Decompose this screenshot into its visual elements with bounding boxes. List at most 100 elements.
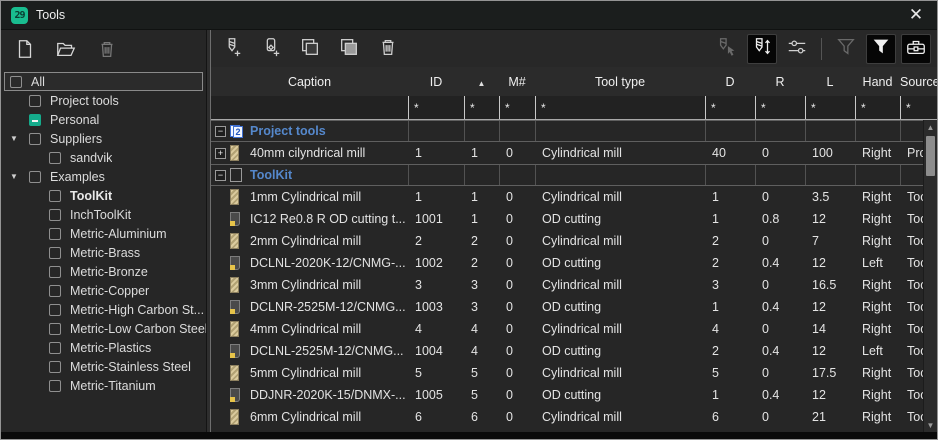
tree-checkbox[interactable] — [49, 304, 61, 316]
tree-item-inchtoolkit[interactable]: InchToolKit — [1, 205, 206, 224]
filter-cell-source[interactable]: * — [900, 96, 937, 119]
filter-cell-type[interactable]: * — [535, 96, 705, 119]
tree-item-metric-high-carbon-st[interactable]: Metric-High Carbon St... — [1, 300, 206, 319]
column-header-n[interactable]: ▲ — [464, 75, 499, 89]
column-header-d[interactable]: D — [705, 75, 755, 89]
copy-tool-button[interactable] — [295, 34, 325, 64]
tree-checkbox[interactable] — [49, 152, 61, 164]
column-header-r[interactable]: R — [755, 75, 805, 89]
tree-item-metric-low-carbon-steel[interactable]: Metric-Low Carbon Steel — [1, 319, 206, 338]
tree-checkbox[interactable] — [49, 323, 61, 335]
filter-cell-id[interactable]: * — [408, 96, 464, 119]
tree-checkbox[interactable] — [49, 285, 61, 297]
scroll-up-icon[interactable]: ▲ — [924, 120, 937, 134]
column-header-hand[interactable]: Hand — [855, 75, 900, 89]
group-row[interactable]: −2Project tools — [211, 120, 923, 142]
tree-item-examples[interactable]: ▼Examples — [1, 167, 206, 186]
tool-row[interactable]: DCLNR-2525M-12/CNMG...100330OD cutting10… — [211, 296, 923, 318]
tree-checkbox[interactable] — [49, 342, 61, 354]
tree-checkbox[interactable] — [29, 171, 41, 183]
delete-library-button[interactable] — [94, 37, 120, 63]
paste-tool-button[interactable] — [334, 34, 364, 64]
toolbox-button[interactable] — [901, 34, 931, 64]
tree-item-suppliers[interactable]: ▼Suppliers — [1, 129, 206, 148]
tree-item-all[interactable]: All — [4, 72, 203, 91]
cell-id: 4 — [408, 322, 464, 336]
add-turn-tool-button[interactable] — [256, 34, 286, 64]
add-mill-tool-button[interactable] — [217, 34, 247, 64]
tree-checkbox[interactable] — [29, 95, 41, 107]
collapse-button[interactable]: − — [215, 170, 226, 181]
tree-checkbox[interactable] — [49, 228, 61, 240]
filter-cell-hand[interactable]: * — [855, 96, 900, 119]
pick-tool-button[interactable] — [712, 34, 742, 64]
mill-plus-icon — [221, 36, 243, 61]
filter-cell-n[interactable]: * — [464, 96, 499, 119]
cell-n: 5 — [464, 388, 499, 402]
tree-item-metric-copper[interactable]: Metric-Copper — [1, 281, 206, 300]
tool-row[interactable]: +40mm cilyndrical mill110Cylindrical mil… — [211, 142, 923, 164]
column-header-l[interactable]: L — [805, 75, 855, 89]
tree-item-personal[interactable]: Personal — [1, 110, 206, 129]
expand-arrow-icon[interactable]: ▼ — [7, 134, 21, 143]
tree-item-metric-aluminium[interactable]: Metric-Aluminium — [1, 224, 206, 243]
tool-row[interactable]: IC12 Re0.8 R OD cutting t...100110OD cut… — [211, 208, 923, 230]
clear-filter-button[interactable] — [831, 34, 861, 64]
tree-item-metric-brass[interactable]: Metric-Brass — [1, 243, 206, 262]
tree-checkbox[interactable] — [49, 247, 61, 259]
filter-cell-r[interactable]: * — [755, 96, 805, 119]
tool-row[interactable]: DCLNL-2020K-12/CNMG-...100220OD cutting2… — [211, 252, 923, 274]
column-header-id[interactable]: ID — [408, 75, 464, 89]
horizontal-scrollbar[interactable] — [1, 432, 937, 439]
tree-item-metric-stainless-steel[interactable]: Metric-Stainless Steel — [1, 357, 206, 376]
filter-cell-caption[interactable] — [211, 96, 408, 119]
column-header-source[interactable]: Source — [900, 75, 937, 89]
cell-m — [499, 165, 535, 185]
scrollbar-thumb[interactable] — [926, 136, 935, 176]
column-header-type[interactable]: Tool type — [535, 75, 705, 89]
tree-checkbox[interactable] — [49, 361, 61, 373]
tree-checkbox[interactable] — [29, 133, 41, 145]
tool-row[interactable]: DCLNL-2525M-12/CNMG...100440OD cutting20… — [211, 340, 923, 362]
vertical-scrollbar[interactable]: ▲ ▼ — [923, 120, 937, 432]
row-caption: 4mm Cylindrical mill — [250, 322, 361, 336]
open-library-button[interactable] — [53, 37, 79, 63]
tree-item-project-tools[interactable]: Project tools — [1, 91, 206, 110]
tool-row[interactable]: 4mm Cylindrical mill440Cylindrical mill4… — [211, 318, 923, 340]
tool-row[interactable]: 5mm Cylindrical mill550Cylindrical mill5… — [211, 362, 923, 384]
tree-checkbox[interactable] — [49, 266, 61, 278]
expand-button[interactable]: + — [215, 148, 226, 159]
tool-row[interactable]: DDJNR-2020K-15/DNMX-...100550OD cutting1… — [211, 384, 923, 406]
tree-checkbox[interactable] — [29, 114, 41, 126]
collapse-button[interactable]: − — [215, 126, 226, 137]
tree-item-toolkit[interactable]: ToolKit — [1, 186, 206, 205]
group-row[interactable]: −ToolKit — [211, 164, 923, 186]
tree-checkbox[interactable] — [49, 380, 61, 392]
tree-item-sandvik[interactable]: sandvik — [1, 148, 206, 167]
tree-item-metric-titanium[interactable]: Metric-Titanium — [1, 376, 206, 395]
tool-dimensions-button[interactable] — [747, 34, 777, 64]
tool-row[interactable]: 6mm Cylindrical mill660Cylindrical mill6… — [211, 406, 923, 428]
expand-arrow-icon[interactable]: ▼ — [7, 172, 21, 181]
filter-cell-l[interactable]: * — [805, 96, 855, 119]
tree-item-metric-plastics[interactable]: Metric-Plastics — [1, 338, 206, 357]
tree-checkbox[interactable] — [49, 209, 61, 221]
column-header-caption[interactable]: Caption — [211, 75, 408, 89]
scroll-down-icon[interactable]: ▼ — [924, 418, 937, 432]
filter-cell-m[interactable]: * — [499, 96, 535, 119]
tool-row[interactable]: 1mm Cylindrical mill110Cylindrical mill1… — [211, 186, 923, 208]
close-button[interactable]: ✕ — [905, 4, 927, 26]
tool-row[interactable]: 3mm Cylindrical mill330Cylindrical mill3… — [211, 274, 923, 296]
tree-checkbox[interactable] — [49, 190, 61, 202]
column-header-m[interactable]: M# — [499, 75, 535, 89]
cell-id — [408, 165, 464, 185]
tree-checkbox[interactable] — [10, 76, 22, 88]
view-options-button[interactable] — [782, 34, 812, 64]
tree-item-metric-bronze[interactable]: Metric-Bronze — [1, 262, 206, 281]
new-library-button[interactable] — [12, 37, 38, 63]
delete-tool-button[interactable] — [373, 34, 403, 64]
cell-l: 17.5 — [805, 366, 855, 380]
filter-button[interactable] — [866, 34, 896, 64]
filter-cell-d[interactable]: * — [705, 96, 755, 119]
tool-row[interactable]: 2mm Cylindrical mill220Cylindrical mill2… — [211, 230, 923, 252]
